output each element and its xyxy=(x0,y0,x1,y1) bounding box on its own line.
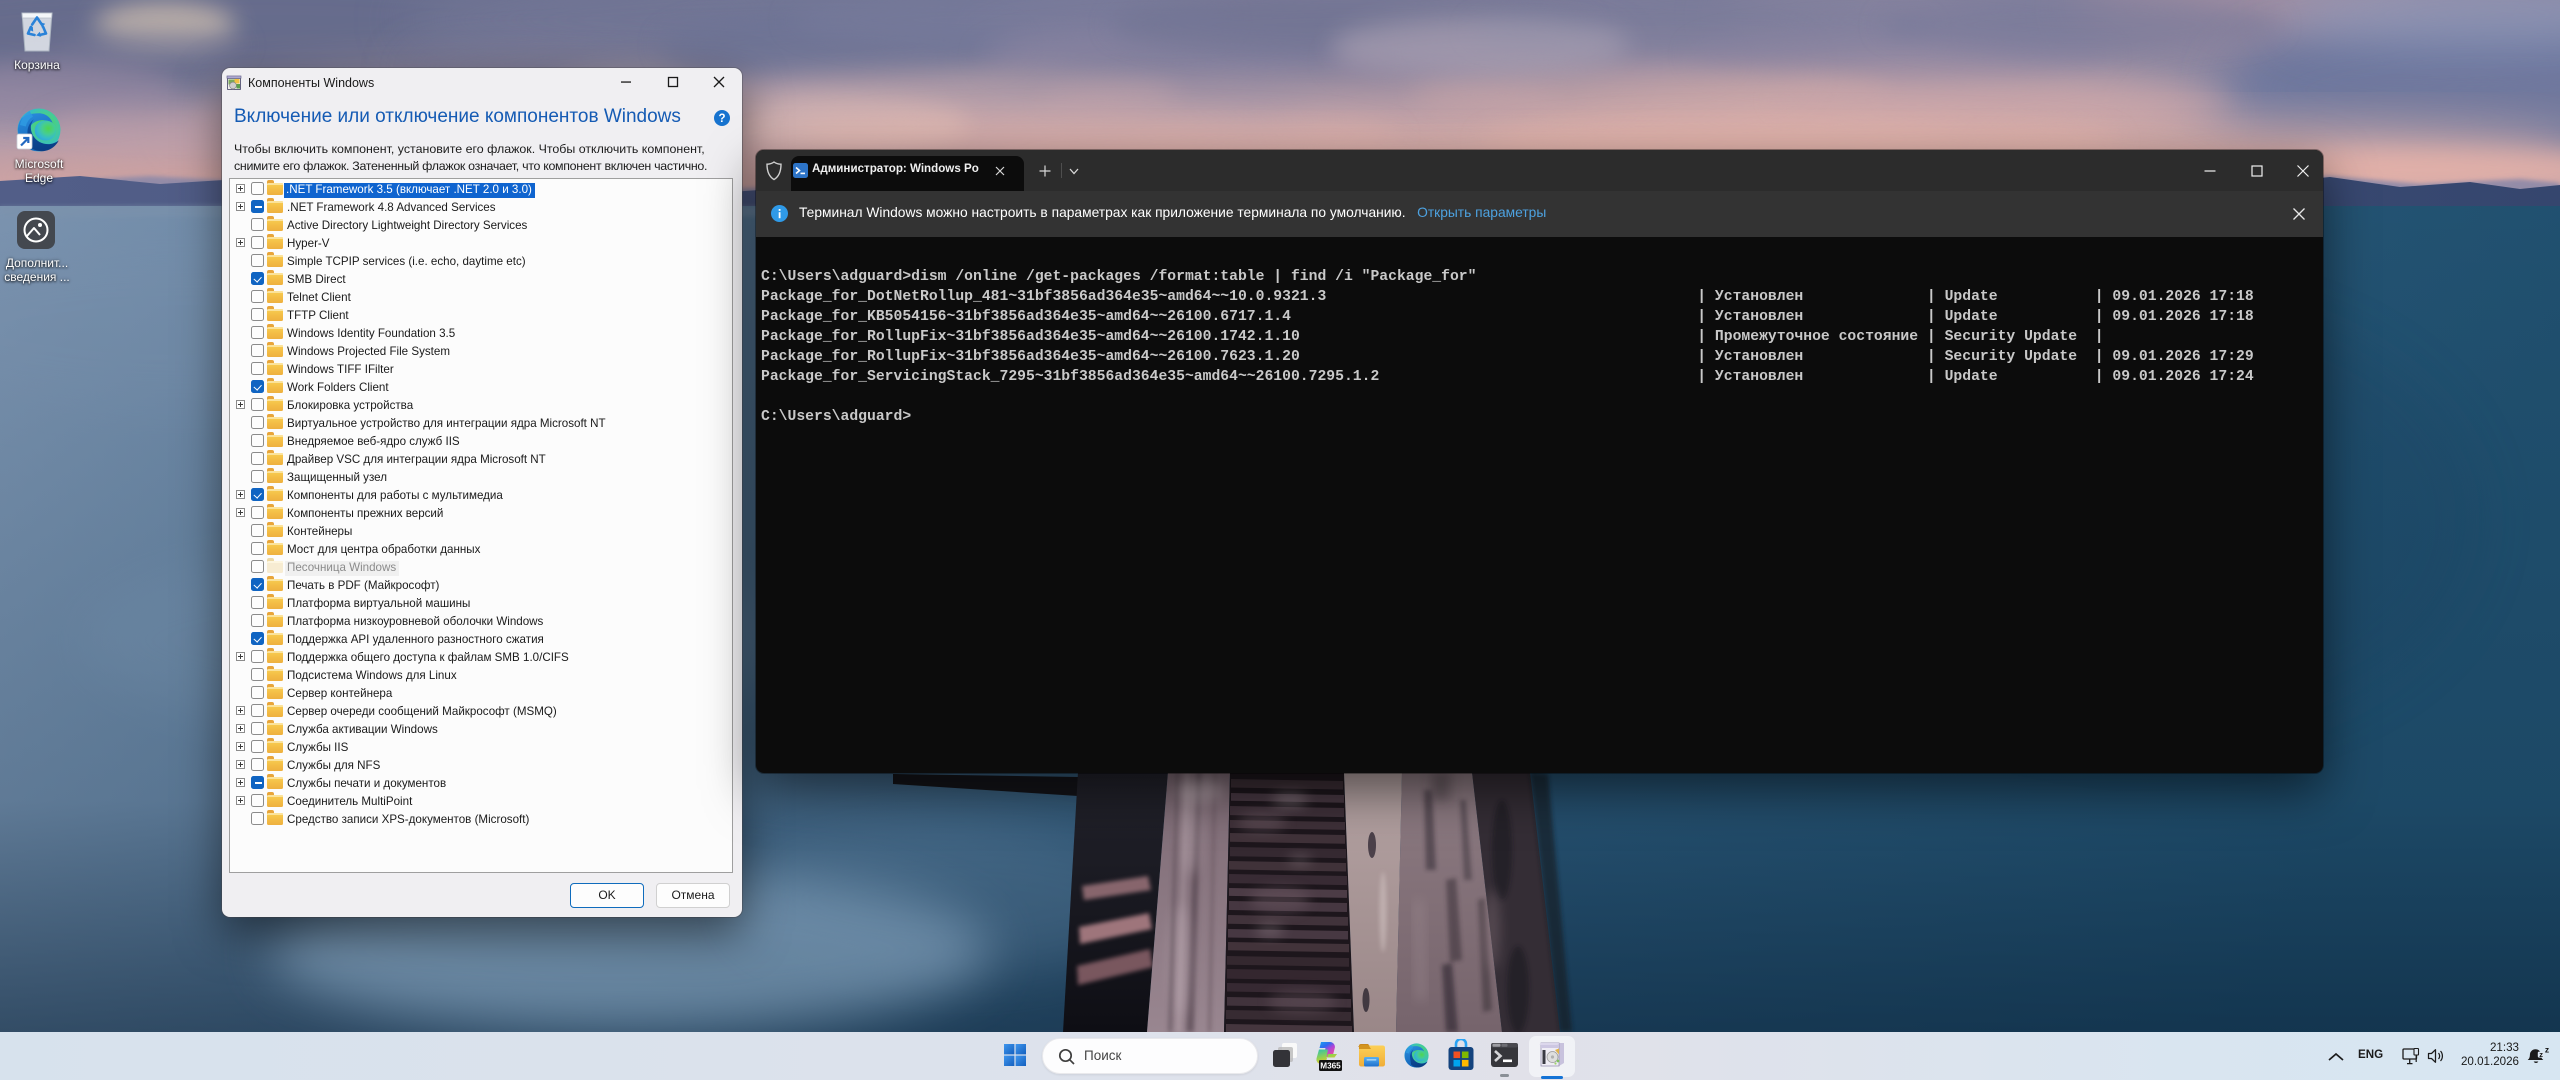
svg-text:z: z xyxy=(2545,1047,2549,1054)
svg-text:z: z xyxy=(2539,1050,2543,1059)
svg-text:?: ? xyxy=(718,113,725,125)
svg-text:M365: M365 xyxy=(1320,1062,1341,1071)
